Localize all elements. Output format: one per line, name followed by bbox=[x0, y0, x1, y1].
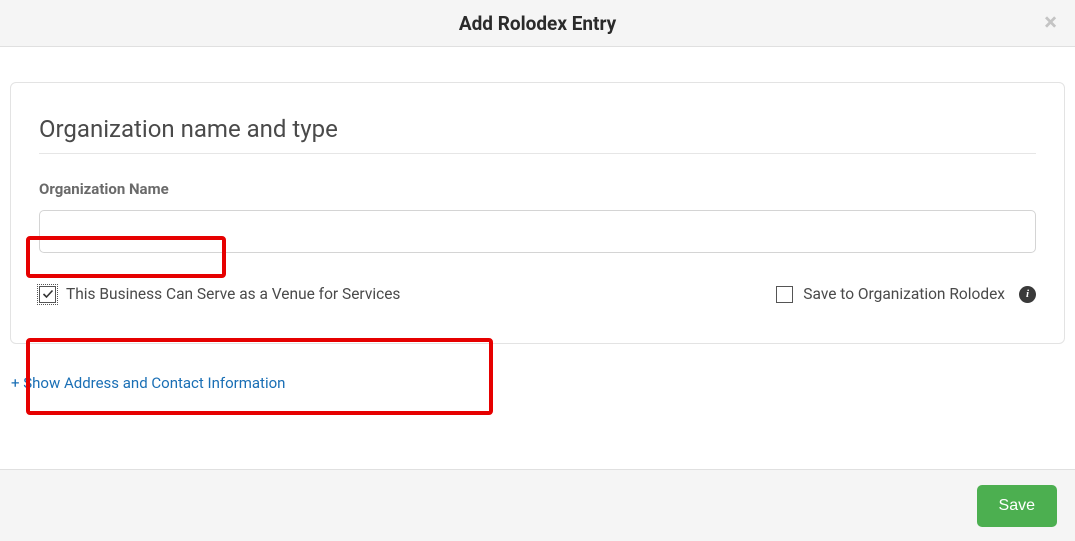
checkmark-icon bbox=[42, 288, 54, 300]
save-rolodex-label: Save to Organization Rolodex bbox=[803, 285, 1005, 303]
org-name-input[interactable] bbox=[39, 210, 1036, 253]
form-card: Organization name and type Organization … bbox=[10, 82, 1065, 344]
expand-contact-link[interactable]: + Show Address and Contact Information bbox=[11, 374, 285, 392]
save-button[interactable]: Save bbox=[977, 485, 1057, 527]
close-icon[interactable]: × bbox=[1044, 10, 1057, 34]
venue-checkbox-label: This Business Can Serve as a Venue for S… bbox=[66, 285, 400, 303]
modal-title: Add Rolodex Entry bbox=[459, 12, 616, 35]
info-icon[interactable]: i bbox=[1019, 286, 1036, 303]
save-rolodex-group: Save to Organization Rolodex i bbox=[776, 285, 1036, 303]
section-title: Organization name and type bbox=[39, 115, 1036, 154]
checkbox-row: This Business Can Serve as a Venue for S… bbox=[39, 285, 1036, 303]
modal-header: Add Rolodex Entry × bbox=[0, 0, 1075, 47]
venue-checkbox[interactable] bbox=[39, 286, 56, 303]
modal-footer: Save bbox=[0, 469, 1075, 541]
venue-checkbox-group: This Business Can Serve as a Venue for S… bbox=[39, 285, 400, 303]
modal-body[interactable]: Organization name and type Organization … bbox=[0, 47, 1075, 469]
save-rolodex-checkbox[interactable] bbox=[776, 286, 793, 303]
org-name-label: Organization Name bbox=[39, 180, 1036, 198]
